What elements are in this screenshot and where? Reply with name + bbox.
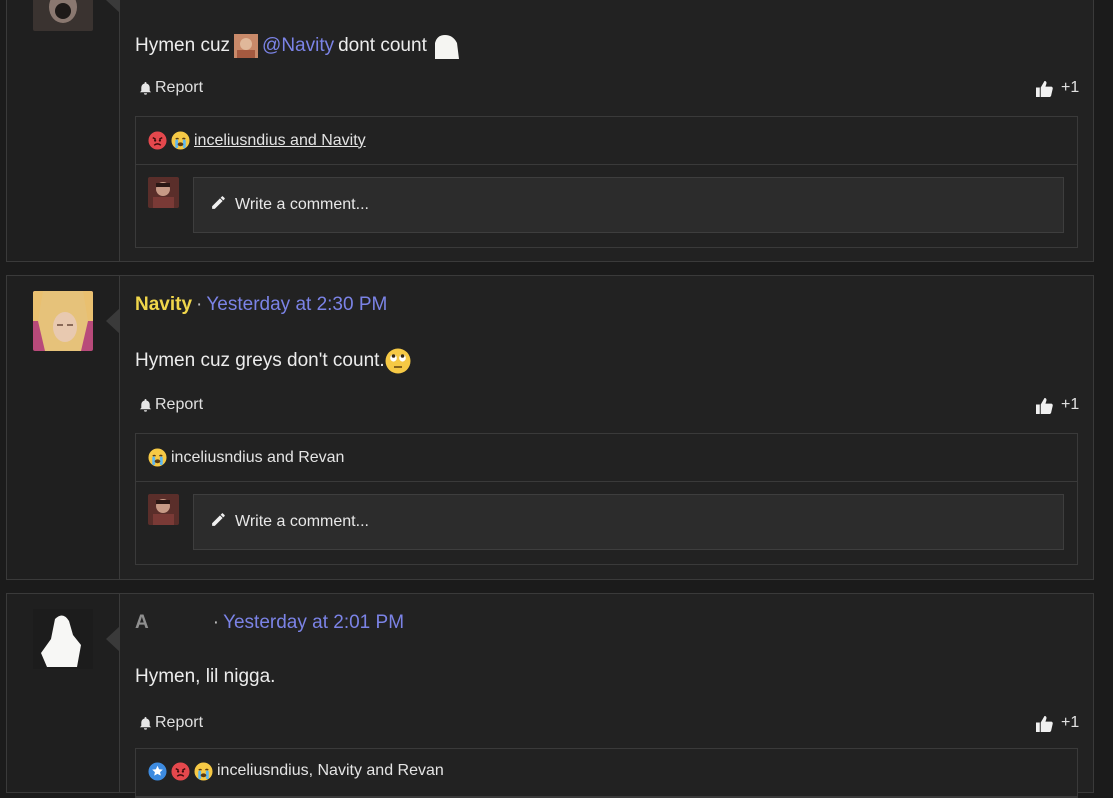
reactions-summary[interactable]: inceliusndius and Revan: [136, 434, 1077, 482]
like-button[interactable]: +1: [1035, 396, 1079, 414]
comment-placeholder: Write a comment...: [235, 196, 369, 213]
mention-avatar: [234, 34, 259, 58]
reactions-summary[interactable]: inceliusndius, Navity and Revan: [136, 749, 1077, 797]
crying-emoji-icon: [148, 448, 167, 467]
bell-icon: [138, 398, 153, 413]
separator: ·: [196, 294, 203, 315]
post-2: Navity · Yesterday at 2:30 PM Hymen cuz gr…: [6, 275, 1094, 580]
post-3: A · Yesterday at 2:01 PM Hymen, lil nigga.…: [6, 593, 1094, 798]
thumbs-up-icon: [1035, 715, 1054, 732]
eye-roll-emoji-icon: [385, 348, 411, 374]
comment-input[interactable]: Write a comment...: [193, 177, 1064, 233]
pencil-icon: [210, 511, 227, 533]
post-message: Hymen cuz @Navity dont count: [135, 33, 459, 59]
report-button[interactable]: Report: [138, 714, 203, 732]
white-shape-icon: [431, 33, 459, 59]
reactions-panel: inceliusndius, Navity and Revan: [135, 748, 1078, 798]
post-user-column: [7, 276, 120, 579]
reactions-users-link[interactable]: inceliusndius and Revan: [171, 449, 344, 467]
reactions-panel: inceliusndius and Navity Write a comment…: [135, 116, 1078, 248]
current-user-avatar: [148, 177, 179, 208]
comment-row: Write a comment...: [136, 165, 1077, 247]
like-count: +1: [1061, 79, 1080, 96]
avatar[interactable]: [33, 0, 93, 31]
message-text: Hymen, lil nigga.: [135, 666, 276, 687]
comment-placeholder: Write a comment...: [235, 513, 369, 530]
report-button[interactable]: Report: [138, 396, 203, 414]
angry-emoji-icon: [148, 131, 167, 150]
post-user-column: [7, 594, 120, 792]
comment-row: Write a comment...: [136, 482, 1077, 564]
post-header: A · Yesterday at 2:01 PM: [135, 612, 404, 634]
timestamp-link[interactable]: Yesterday at 2:01 PM: [223, 612, 404, 633]
message-text: Hymen cuz greys don't count.: [135, 350, 385, 371]
avatar[interactable]: [33, 609, 93, 669]
post-body: Hymen cuz @Navity dont count Report +1 i…: [121, 0, 1093, 261]
post-pointer: [106, 0, 120, 13]
message-text: Hymen cuz: [135, 35, 231, 56]
separator: ·: [212, 612, 220, 633]
comment-input[interactable]: Write a comment...: [193, 494, 1064, 550]
crying-emoji-icon: [171, 131, 190, 150]
angry-emoji-icon: [171, 762, 190, 781]
thumbs-up-icon: [1035, 397, 1054, 414]
reactions-users-link[interactable]: inceliusndius and Navity: [194, 132, 366, 150]
post-message: Hymen cuz greys don't count.: [135, 348, 411, 374]
post-pointer: [106, 308, 120, 334]
post-body: A · Yesterday at 2:01 PM Hymen, lil nigga.…: [121, 594, 1093, 798]
like-button[interactable]: +1: [1035, 714, 1079, 732]
current-user-avatar: [148, 494, 179, 525]
like-count: +1: [1061, 714, 1080, 731]
report-label: Report: [155, 79, 204, 96]
post-header: Navity · Yesterday at 2:30 PM: [135, 294, 387, 316]
post-1: Hymen cuz @Navity dont count Report +1 i…: [6, 0, 1094, 262]
avatar[interactable]: [33, 291, 93, 351]
crying-emoji-icon: [194, 762, 213, 781]
report-label: Report: [155, 714, 204, 731]
message-text: dont count: [338, 35, 427, 56]
post-pointer: [106, 626, 120, 652]
bell-icon: [138, 81, 153, 96]
username-link[interactable]: A: [135, 612, 149, 633]
post-message: Hymen, lil nigga.: [135, 666, 275, 688]
pencil-icon: [210, 194, 227, 216]
post-body: Navity · Yesterday at 2:30 PM Hymen cuz gr…: [121, 276, 1093, 579]
username-link[interactable]: Navity: [135, 294, 192, 315]
timestamp-link[interactable]: Yesterday at 2:30 PM: [206, 294, 387, 315]
report-label: Report: [155, 396, 204, 413]
star-badge-icon: [148, 762, 167, 781]
bell-icon: [138, 716, 153, 731]
thumbs-up-icon: [1035, 80, 1054, 97]
user-mention-link[interactable]: @Navity: [262, 35, 334, 57]
reactions-panel: inceliusndius and Revan Write a comment.…: [135, 433, 1078, 565]
report-button[interactable]: Report: [138, 79, 203, 97]
reactions-users-link[interactable]: inceliusndius, Navity and Revan: [217, 762, 444, 780]
like-count: +1: [1061, 396, 1080, 413]
post-user-column: [7, 0, 120, 261]
like-button[interactable]: +1: [1035, 79, 1079, 97]
reactions-summary[interactable]: inceliusndius and Navity: [136, 117, 1077, 165]
